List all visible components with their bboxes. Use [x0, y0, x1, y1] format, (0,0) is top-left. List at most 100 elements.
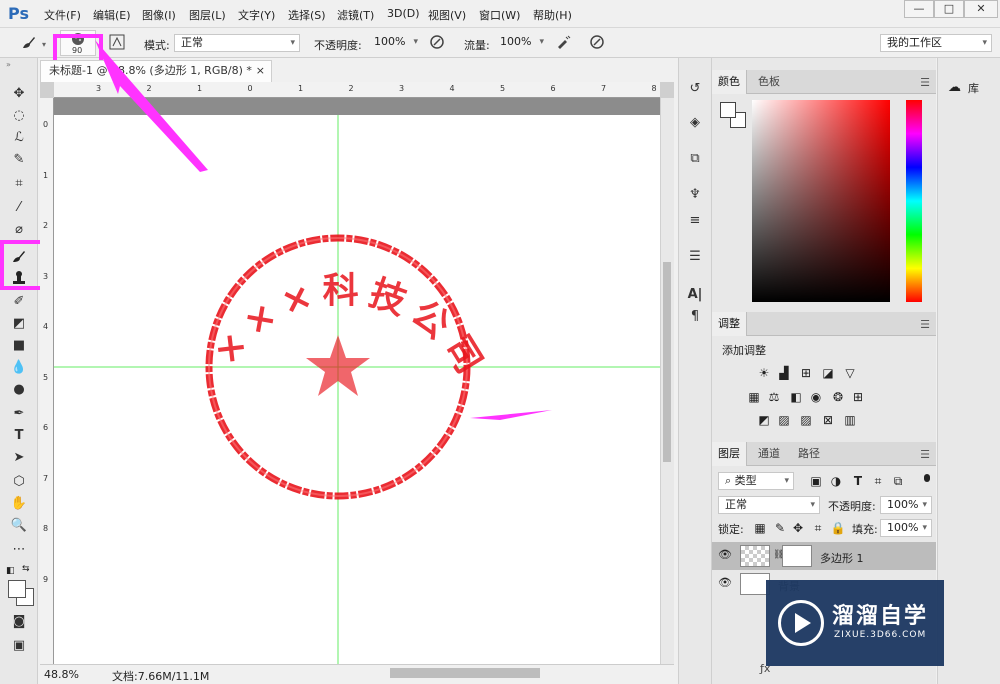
menu-image[interactable]: 图像(I)	[142, 7, 176, 23]
channel-mixer-icon[interactable]: ❂	[830, 390, 846, 404]
clone-source-icon[interactable]: ⧉	[684, 148, 706, 170]
filter-type-icon[interactable]: T	[850, 474, 866, 488]
selective-color-icon[interactable]: ⊠	[820, 413, 836, 427]
filter-shape-icon[interactable]: ⌗	[870, 474, 886, 488]
menu-filter[interactable]: 滤镜(T)	[337, 7, 374, 23]
eraser-icon[interactable]: ◩	[8, 314, 30, 334]
creative-cloud-icon[interactable]: ☁	[948, 80, 961, 95]
gradient-icon[interactable]: ■	[8, 336, 30, 356]
menu-type[interactable]: 文字(Y)	[238, 7, 275, 23]
color-field[interactable]	[752, 100, 890, 302]
horizontal-scroll-thumb[interactable]	[390, 668, 540, 678]
color-lookup-icon[interactable]: ⊞	[850, 390, 866, 404]
blend-mode-select[interactable]: 正常 ▾	[718, 496, 820, 514]
document-size[interactable]: 文档:7.66M/11.1M	[112, 668, 209, 684]
invert-icon[interactable]: ◩	[756, 413, 772, 427]
lock-artboard-icon[interactable]: ⌗	[810, 521, 826, 535]
library-label[interactable]: 库	[968, 80, 979, 96]
menu-edit[interactable]: 编辑(E)	[93, 7, 131, 23]
eyedropper-icon[interactable]: ⁄	[8, 198, 30, 218]
brush-tool-icon[interactable]	[20, 34, 38, 52]
more-tools-icon[interactable]: ⋯	[8, 540, 30, 560]
pressure-size-icon[interactable]	[588, 34, 606, 52]
workspace-select[interactable]: 我的工作区 ▾	[880, 34, 992, 52]
tab-color[interactable]: 颜色	[712, 70, 747, 94]
photo-filter-icon[interactable]: ◉	[808, 390, 824, 404]
dodge-icon[interactable]: ●	[8, 380, 30, 400]
healing-brush-icon[interactable]: ⌀	[8, 220, 30, 240]
blur-icon[interactable]: 💧	[8, 358, 30, 378]
pen-tool-icon[interactable]: ✒	[8, 404, 30, 424]
tab-layers[interactable]: 图层	[712, 442, 747, 466]
layer-opacity-input[interactable]: 100% ▾	[880, 496, 932, 514]
minimize-button[interactable]: —	[904, 0, 934, 18]
type-tool-icon[interactable]: T	[8, 426, 30, 446]
swap-colors-icon[interactable]: ⇆	[22, 564, 30, 574]
clone-stamp-icon[interactable]	[8, 268, 30, 288]
brightness-icon[interactable]: ☀	[756, 366, 772, 380]
layer-filter-select[interactable]: ⌕ 类型 ▾	[718, 472, 794, 490]
brush-panel-toggle-icon[interactable]	[108, 34, 126, 52]
gradient-map-icon[interactable]: ▥	[842, 413, 858, 427]
move-tool-icon[interactable]: ✥	[8, 84, 30, 104]
threshold-icon[interactable]: ▨	[798, 413, 814, 427]
posterize-icon[interactable]: ▨	[776, 413, 792, 427]
tab-paths[interactable]: 路径	[792, 442, 826, 466]
tab-channels[interactable]: 通道	[752, 442, 786, 466]
menu-layer[interactable]: 图层(L)	[189, 7, 226, 23]
panel-menu-icon[interactable]: ☰	[920, 448, 930, 461]
lock-all-icon[interactable]: 🔒	[830, 521, 846, 535]
menu-window[interactable]: 窗口(W)	[479, 7, 520, 23]
visibility-eye-icon[interactable]: 👁	[718, 548, 732, 561]
menu-3d[interactable]: 3D(D)	[387, 7, 420, 20]
mode-select[interactable]: 正常 ▾	[174, 34, 300, 52]
quick-select-icon[interactable]: ✎	[8, 150, 30, 170]
pressure-opacity-icon[interactable]	[428, 34, 446, 52]
brush-preset-picker[interactable]: 90	[60, 30, 96, 56]
filter-pixel-icon[interactable]: ▣	[808, 474, 824, 488]
character-panel-icon[interactable]: A|	[684, 284, 706, 306]
brush-presets-icon[interactable]: ♆	[684, 184, 706, 206]
tool-presets-icon[interactable]: ☰	[684, 246, 706, 268]
black-white-icon[interactable]: ◧	[788, 390, 804, 404]
curves-icon[interactable]: ⊞	[798, 366, 814, 380]
brush-settings-icon[interactable]: ≡	[684, 210, 706, 232]
filter-adjustment-icon[interactable]: ◑	[828, 474, 844, 488]
menu-file[interactable]: 文件(F)	[44, 7, 81, 23]
lock-pixels-icon[interactable]: ✎	[772, 521, 788, 535]
layer-row[interactable]: 👁 ⛓ 多边形 1	[712, 542, 936, 570]
foreground-color-swatch[interactable]	[8, 580, 26, 598]
lasso-tool-icon[interactable]: ℒ	[8, 128, 30, 148]
filter-smart-object-icon[interactable]: ⧉	[890, 474, 906, 488]
paragraph-panel-icon[interactable]: ¶	[684, 306, 706, 328]
hue-slider[interactable]	[906, 100, 922, 302]
foreground-color-swatch[interactable]	[720, 102, 736, 118]
close-tab-icon[interactable]: ×	[256, 61, 265, 81]
panel-menu-icon[interactable]: ☰	[920, 318, 930, 331]
quick-mask-icon[interactable]: ◙	[8, 612, 30, 632]
zoom-tool-icon[interactable]: 🔍	[8, 516, 30, 536]
history-brush-icon[interactable]: ✐	[8, 292, 30, 312]
hue-saturation-icon[interactable]: ▦	[746, 390, 762, 404]
exposure-icon[interactable]: ◪	[820, 366, 836, 380]
collapse-icon[interactable]: »	[6, 60, 11, 69]
maximize-button[interactable]: □	[934, 0, 964, 18]
menu-view[interactable]: 视图(V)	[428, 7, 466, 23]
chevron-down-icon[interactable]: ▾	[42, 40, 46, 49]
default-colors-icon[interactable]: ◧	[6, 566, 15, 576]
opacity-input[interactable]: 100% ▾	[368, 34, 422, 52]
airbrush-icon[interactable]	[554, 34, 572, 52]
panel-menu-icon[interactable]: ☰	[920, 76, 930, 89]
canvas[interactable]: ×××科技公司	[54, 115, 660, 664]
filter-toggle-icon[interactable]	[924, 474, 930, 482]
screen-mode-icon[interactable]: ▣	[8, 636, 30, 656]
crop-tool-icon[interactable]: ⌗	[8, 174, 30, 194]
vertical-scroll-thumb[interactable]	[663, 262, 671, 462]
lock-transparent-icon[interactable]: ▦	[752, 521, 768, 535]
path-select-icon[interactable]: ➤	[8, 448, 30, 468]
levels-icon[interactable]: ▟	[776, 366, 792, 380]
layer-name[interactable]: 多边形 1	[820, 550, 864, 566]
tab-adjustments[interactable]: 调整	[712, 312, 747, 336]
flow-input[interactable]: 100% ▾	[494, 34, 548, 52]
hand-tool-icon[interactable]: ✋	[8, 494, 30, 514]
